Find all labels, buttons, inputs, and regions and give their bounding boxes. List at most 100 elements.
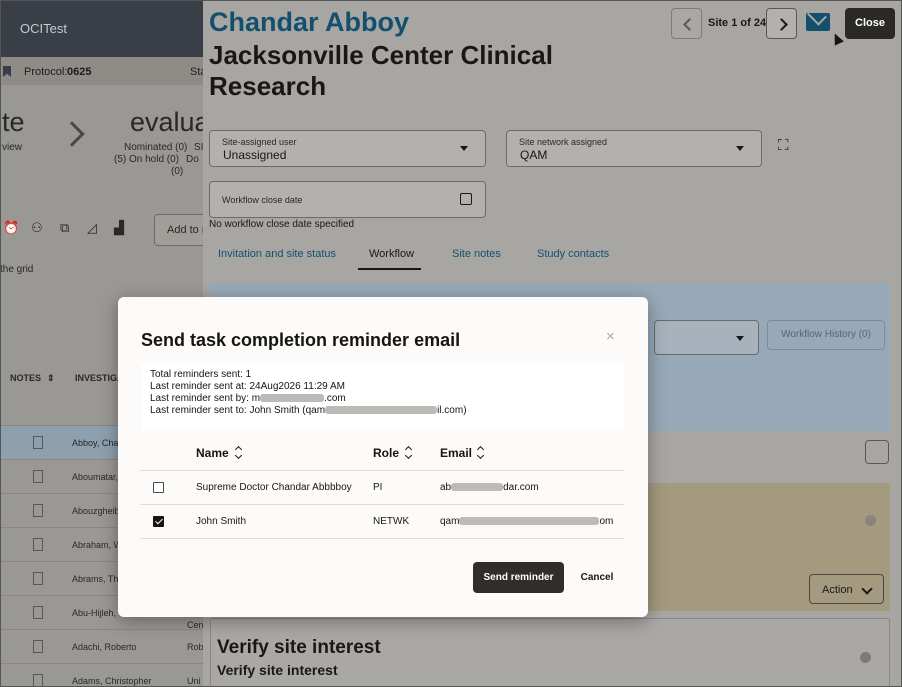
redacted-email — [325, 406, 438, 415]
hierarchy-icon[interactable]: ⛶ — [778, 137, 789, 154]
verify-site-card: Verify site interest Verify site interes… — [210, 618, 890, 687]
document-icon — [33, 436, 43, 449]
table-row[interactable]: Adachi, Roberto Rob — [0, 629, 203, 663]
filter-icon[interactable]: ⧉ — [60, 220, 69, 236]
site-counter: Site 1 of 24 — [708, 17, 767, 29]
col-notes[interactable]: NOTES — [10, 373, 41, 383]
network-value: QAM — [520, 148, 548, 162]
total-reminders-text: Total reminders sent: 1 — [150, 369, 252, 380]
tab-site-notes[interactable]: Site notes — [452, 248, 501, 260]
site-name: Jacksonville Center Clinical Research — [209, 40, 553, 101]
close-date-label: Workflow close date — [222, 195, 303, 205]
previous-site-button[interactable] — [671, 8, 702, 39]
stage-right: evalua — [130, 107, 203, 137]
contact-role: PI — [373, 482, 383, 493]
verify-subtitle: Verify site interest — [217, 662, 338, 678]
row-name: Aboumatar, — [72, 472, 119, 482]
app-header: OCITest — [0, 0, 203, 57]
reminder-email-dialog: Send task completion reminder email × To… — [118, 297, 648, 617]
next-site-button[interactable] — [766, 8, 797, 39]
tab-invitation-status[interactable]: Invitation and site status — [218, 248, 336, 260]
on-hold-count: (5) On hold (0) — [114, 154, 180, 165]
nominated-stub: SI — [194, 142, 203, 153]
bar-chart-icon[interactable]: ▟ — [114, 220, 124, 236]
tab-bar: Invitation and site status Workflow Site… — [209, 240, 899, 270]
row-name: Abu-Hijleh, — [72, 608, 117, 618]
table-row[interactable]: Adams, Christopher Uni — [0, 663, 203, 687]
row-name: Abrams, Tha — [72, 574, 124, 584]
document-icon — [33, 470, 43, 483]
zero-count: (0) — [171, 166, 184, 177]
reminder-info: Total reminders sent: 1 Last reminder se… — [141, 363, 624, 431]
last-sent-by-suffix: .com — [324, 393, 346, 404]
stage-left: te — [2, 107, 25, 137]
workflow-select[interactable] — [654, 320, 759, 355]
grid-hint: the grid — [0, 264, 34, 275]
sort-icon[interactable]: ⇕ — [47, 373, 55, 384]
close-date-field[interactable]: Workflow close date — [209, 181, 486, 218]
sort-icon[interactable] — [406, 447, 413, 458]
row-checkbox[interactable] — [153, 482, 164, 493]
mail-icon[interactable] — [806, 13, 830, 31]
tab-workflow[interactable]: Workflow — [369, 248, 414, 260]
email-suffix: om — [599, 516, 614, 527]
row-name: Adams, Christopher — [72, 676, 152, 686]
last-sent-at-text: Last reminder sent at: 24Aug2026 11:29 A… — [150, 381, 345, 392]
user-icon[interactable]: ⚇ — [31, 220, 43, 236]
email-prefix: ab — [440, 482, 452, 493]
sort-icon[interactable] — [236, 447, 243, 458]
document-icon — [33, 504, 43, 517]
row-name: Abouzgheib — [72, 506, 120, 516]
row-name: Adachi, Roberto — [72, 642, 137, 652]
send-reminder-button[interactable]: Send reminder — [473, 562, 564, 593]
redacted-email — [260, 394, 325, 403]
close-panel-button[interactable]: Close — [845, 8, 895, 39]
row-extra: Uni — [187, 676, 201, 686]
table-row[interactable]: Supreme Doctor Chandar Abbbboy PI ab dar.… — [140, 471, 624, 505]
action-button[interactable]: Action — [809, 574, 884, 604]
last-sent-to-suffix: il.com) — [437, 405, 467, 416]
no-close-date-text: No workflow close date specified — [209, 219, 355, 230]
tab-study-contacts[interactable]: Study contacts — [537, 248, 609, 260]
do-stub: Do — [186, 154, 199, 165]
site-user-value: Unassigned — [223, 148, 287, 162]
alarm-icon[interactable]: ⏰ — [3, 220, 19, 236]
cancel-button[interactable]: Cancel — [573, 562, 621, 593]
site-user-select[interactable]: Site-assigned user Unassigned — [209, 130, 486, 167]
report-icon[interactable] — [865, 440, 889, 464]
last-sent-by-text: Last reminder sent by: m .com — [150, 393, 346, 404]
dropdown-icon — [460, 146, 468, 151]
sort-icon[interactable] — [478, 447, 485, 458]
col-name[interactable]: Name — [196, 446, 229, 460]
table-row[interactable]: John Smith NETWK qam om — [140, 505, 624, 539]
last-sent-to-prefix: Last reminder sent to: John Smith (qam — [150, 405, 326, 416]
network-label: Site network assigned — [519, 137, 608, 147]
contacts-table-header: Name Role Email — [140, 435, 624, 471]
row-name: Abraham, W — [72, 540, 123, 550]
document-icon — [33, 538, 43, 551]
status-stub: Sta — [190, 66, 203, 78]
email-prefix: qam — [440, 516, 460, 527]
calendar-icon[interactable] — [460, 193, 472, 205]
chart-icon[interactable]: ◿ — [87, 220, 97, 236]
app-title: OCITest — [20, 21, 67, 36]
col-role[interactable]: Role — [373, 446, 399, 460]
active-tab-indicator — [358, 268, 421, 270]
last-sent-by-prefix: Last reminder sent by: m — [150, 393, 261, 404]
row-name: Abboy, Char — [72, 438, 122, 448]
document-icon — [33, 674, 43, 687]
protocol-label: Protocol: — [24, 66, 68, 78]
close-icon[interactable]: × — [606, 328, 615, 345]
stage-summary: te view evalua Nominated (0) SI (5) On h… — [0, 85, 203, 205]
stage-left-sub: view — [2, 142, 23, 153]
col-email[interactable]: Email — [440, 446, 472, 460]
last-sent-to-text: Last reminder sent to: John Smith (qam il… — [150, 405, 467, 416]
row-checkbox[interactable] — [153, 516, 164, 527]
contact-name: Supreme Doctor Chandar Abbbboy — [196, 482, 352, 493]
protocol-bar: Protocol: 0625 Sta — [0, 57, 203, 85]
document-icon — [33, 640, 43, 653]
network-select[interactable]: Site network assigned QAM — [506, 130, 762, 167]
document-icon — [33, 606, 43, 619]
add-to-button[interactable]: Add to n — [154, 214, 203, 246]
workflow-history-button[interactable]: Workflow History (0) — [767, 320, 885, 350]
